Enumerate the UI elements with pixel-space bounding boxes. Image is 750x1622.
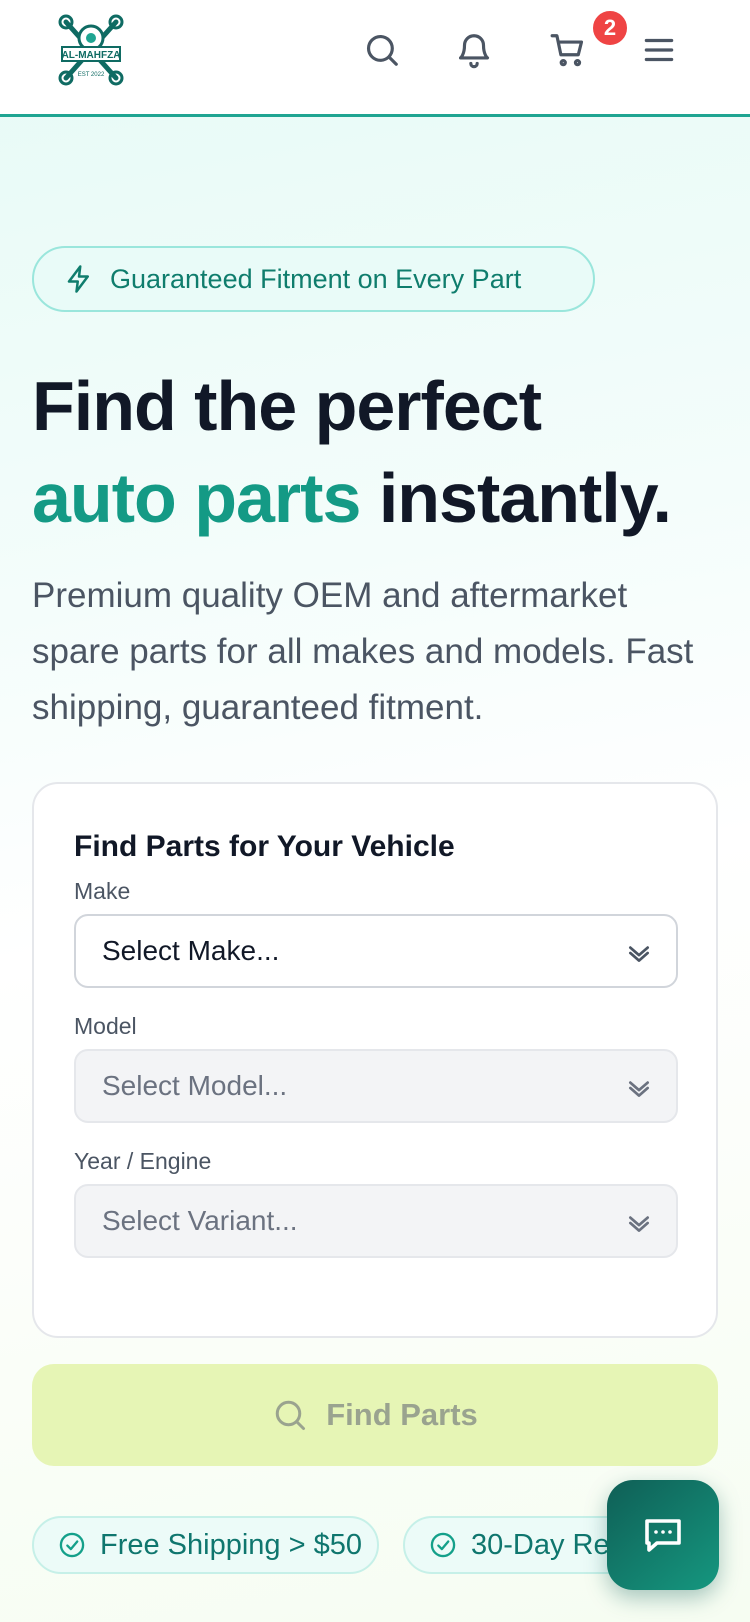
cart-icon <box>550 34 584 67</box>
hero-headline: Find the perfect auto parts instantly. <box>32 360 732 544</box>
chat-button[interactable] <box>607 1480 719 1590</box>
model-select-value: Select Model... <box>102 1070 288 1101</box>
cart-button[interactable] <box>546 28 590 72</box>
fitment-badge-text: Guaranteed Fitment on Every Part <box>110 263 522 294</box>
hero-subtext: Premium quality OEM and aftermarket spar… <box>32 576 694 727</box>
chevron-down-icon <box>628 1216 650 1232</box>
make-select[interactable]: Select Make... <box>74 914 678 988</box>
bell-icon <box>458 34 490 69</box>
make-select-value: Select Make... <box>102 935 280 966</box>
check-circle-icon <box>430 1532 456 1558</box>
chat-icon <box>645 1519 681 1552</box>
make-label: Make <box>74 878 131 904</box>
logo-subtext: EST 2022 <box>78 72 105 78</box>
vehicle-finder-card: Find Parts for Your Vehicle Make Select … <box>32 782 718 1338</box>
finder-title: Find Parts for Your Vehicle <box>74 830 455 863</box>
search-icon <box>275 1400 306 1430</box>
chevron-down-icon <box>628 946 650 962</box>
search-icon <box>366 34 398 66</box>
logo-text: AL-MAHFZA <box>62 50 121 61</box>
menu-button[interactable] <box>637 28 681 72</box>
fitment-badge: Guaranteed Fitment on Every Part <box>32 246 595 312</box>
headline-rest: instantly. <box>360 459 672 537</box>
notifications-button[interactable] <box>452 28 496 72</box>
chevron-down-icon <box>628 1081 650 1097</box>
year-engine-label: Year / Engine <box>74 1148 212 1174</box>
cart-count-badge: 2 <box>590 8 630 48</box>
benefit-chip-shipping-text: Free Shipping > $50 <box>100 1528 362 1561</box>
benefit-chip-shipping: Free Shipping > $50 <box>32 1516 379 1574</box>
search-button[interactable] <box>360 28 404 72</box>
find-parts-label: Find Parts <box>326 1397 478 1432</box>
headline-accent: auto parts <box>32 459 361 537</box>
year-engine-select[interactable]: Select Variant... <box>74 1184 678 1258</box>
lightning-icon <box>67 265 89 293</box>
year-engine-select-value: Select Variant... <box>102 1205 298 1236</box>
menu-icon <box>644 38 674 62</box>
brand-logo[interactable]: AL-MAHFZA EST 2022 <box>58 14 124 86</box>
find-parts-button[interactable]: Find Parts <box>32 1364 718 1466</box>
model-label: Model <box>74 1013 137 1039</box>
check-circle-icon <box>59 1532 85 1558</box>
top-header: AL-MAHFZA EST 2022 2 <box>0 0 750 117</box>
headline-line1: Find the perfect <box>32 367 542 445</box>
model-select[interactable]: Select Model... <box>74 1049 678 1123</box>
